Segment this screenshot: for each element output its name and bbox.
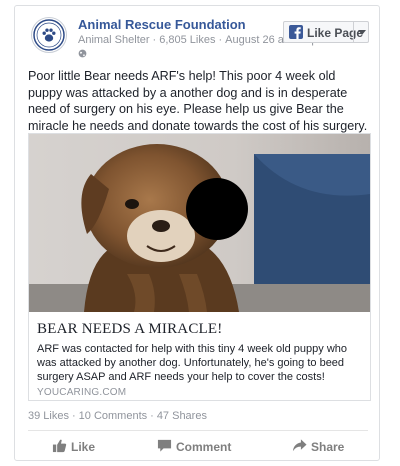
like-button[interactable]: Like: [52, 438, 112, 454]
button-divider: [353, 22, 354, 42]
engagement-stats: 39 Likes · 10 Comments · 47 Shares: [28, 410, 207, 422]
page-category[interactable]: Animal Shelter: [78, 34, 150, 46]
like-page-button[interactable]: Like Page: [283, 21, 369, 43]
link-title[interactable]: BEAR NEEDS A MIRACLE!: [37, 321, 222, 338]
puppy-photo[interactable]: [29, 134, 370, 312]
share-button[interactable]: Share: [292, 438, 352, 454]
puppy-illustration: [29, 134, 370, 312]
like-label: Like: [71, 440, 96, 454]
post-message: Poor little Bear needs ARF's help! This …: [28, 69, 368, 133]
facebook-f-icon: [289, 25, 303, 39]
link-preview[interactable]: BEAR NEEDS A MIRACLE! ARF was contacted …: [28, 133, 371, 401]
comments-count-link[interactable]: 10 Comments: [79, 410, 147, 422]
likes-count-link[interactable]: 39 Likes: [28, 410, 69, 422]
meta-separator: ·: [218, 34, 223, 46]
post-header: Animal Rescue Foundation Animal Shelter ·…: [15, 6, 379, 62]
globe-icon: [78, 49, 87, 58]
page-avatar[interactable]: [31, 17, 67, 53]
actions-divider: [28, 430, 368, 431]
page-name-link[interactable]: Animal Rescue Foundation: [78, 17, 246, 32]
stats-separator: ·: [150, 410, 154, 422]
comment-button[interactable]: Comment: [157, 438, 237, 454]
meta-separator: ·: [152, 34, 157, 46]
stats-separator: ·: [71, 410, 76, 422]
shares-count-link[interactable]: 47 Shares: [157, 410, 207, 422]
paw-logo-icon: [33, 19, 65, 51]
link-domain: YOUCARING.COM: [37, 387, 127, 398]
comment-label: Comment: [176, 440, 232, 454]
caret-down-icon[interactable]: [358, 30, 366, 35]
share-label: Share: [311, 440, 345, 454]
link-description: ARF was contacted for help with this tin…: [37, 343, 347, 384]
share-arrow-icon: [292, 439, 307, 452]
post-card: Animal Rescue Foundation Animal Shelter ·…: [14, 5, 380, 461]
comment-icon: [157, 439, 172, 452]
like-page-label: Like Page: [307, 26, 364, 40]
thumbs-up-icon: [52, 439, 67, 453]
page-likes-count: 6,805 Likes: [159, 34, 216, 46]
